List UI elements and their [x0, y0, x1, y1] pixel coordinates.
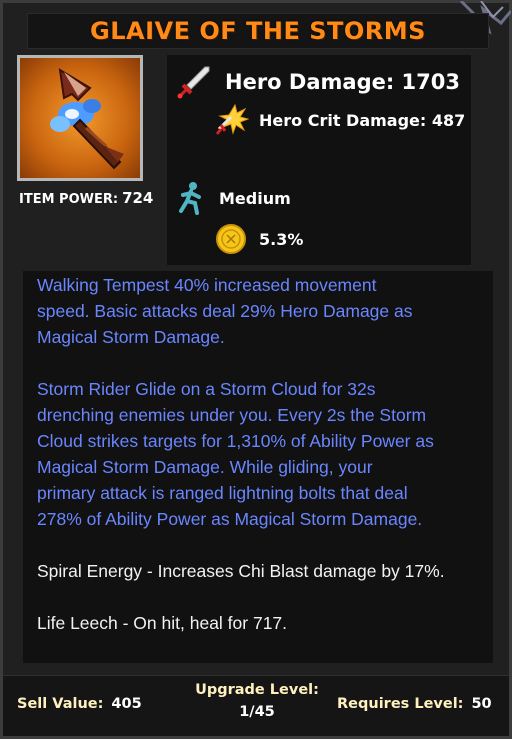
ability-storm-rider-line-4: Magical Storm Damage. While gliding, you…	[37, 457, 373, 477]
sell-value-number: 405	[111, 696, 142, 712]
ability-walking-tempest-line-2: speed. Basic attacks deal 29% Hero Damag…	[37, 301, 413, 321]
sell-value: Sell Value: 405	[17, 696, 142, 712]
footer-bar: Sell Value: 405 Upgrade Level: 1/45 Requi…	[3, 675, 509, 736]
item-power: ITEM POWER: 724	[19, 189, 153, 207]
hero-damage-row: Hero Damage: 1703	[175, 63, 460, 101]
stats-panel: Hero Damage: 1703 Hero Crit Damage: 487 …	[167, 55, 471, 265]
description-panel: Walking Tempest 40% increased movement s…	[23, 271, 493, 663]
movement-speed-row: Medium	[177, 181, 291, 215]
ability-storm-rider-line-5: primary attack is ranged lightning bolts…	[37, 483, 408, 503]
requires-level-label: Requires Level:	[337, 696, 464, 712]
sword-icon	[177, 66, 210, 99]
perk-life-leech: Life Leech - On hit, heal for 717.	[37, 613, 288, 633]
hero-damage-text: Hero Damage: 1703	[225, 70, 460, 94]
perk-spiral-energy: Spiral Energy - Increases Chi Blast dama…	[37, 561, 445, 581]
hero-crit-text: Hero Crit Damage: 487	[259, 110, 466, 130]
sell-value-label: Sell Value:	[17, 696, 104, 712]
upgrade-level-label: Upgrade Level:	[195, 682, 319, 698]
requires-level-value: 50	[471, 696, 492, 712]
glaive-weapon-icon	[20, 58, 140, 178]
running-figure-icon	[179, 182, 201, 215]
item-power-value: 724	[122, 189, 154, 207]
ability-storm-rider-line-2: drenching enemies under you. Every 2s th…	[37, 405, 427, 425]
item-tooltip-card: GLAIVE OF THE STORMS ITEM POWER: 724 Her…	[0, 0, 512, 739]
ability-storm-rider-line-3: Cloud strikes targets for 1,310% of Abil…	[37, 431, 434, 451]
item-image-frame[interactable]	[17, 55, 143, 181]
speed-text: Medium	[219, 188, 291, 208]
item-power-label: ITEM POWER:	[19, 192, 119, 207]
crit-chance-row: 5.3%	[215, 223, 303, 255]
crit-chance-text: 5.3%	[259, 229, 304, 249]
upgrade-level-value: 1/45	[239, 704, 275, 720]
requires-level: Requires Level: 50	[337, 696, 492, 712]
crit-burst-icon	[215, 103, 249, 135]
gold-coin-icon	[216, 224, 246, 254]
ability-walking-tempest-line-1: Walking Tempest 40% increased movement	[37, 275, 377, 295]
ability-walking-tempest-line-3: Magical Storm Damage.	[37, 327, 225, 347]
ability-storm-rider-line-6: 278% of Ability Power as Magical Storm D…	[37, 509, 423, 529]
upgrade-level: Upgrade Level: 1/45	[191, 682, 323, 720]
hero-crit-row: Hero Crit Damage: 487	[215, 103, 465, 137]
item-title: GLAIVE OF THE STORMS	[90, 17, 426, 45]
ability-storm-rider-line-1: Storm Rider Glide on a Storm Cloud for 3…	[37, 379, 376, 399]
title-bar: GLAIVE OF THE STORMS	[27, 13, 489, 49]
